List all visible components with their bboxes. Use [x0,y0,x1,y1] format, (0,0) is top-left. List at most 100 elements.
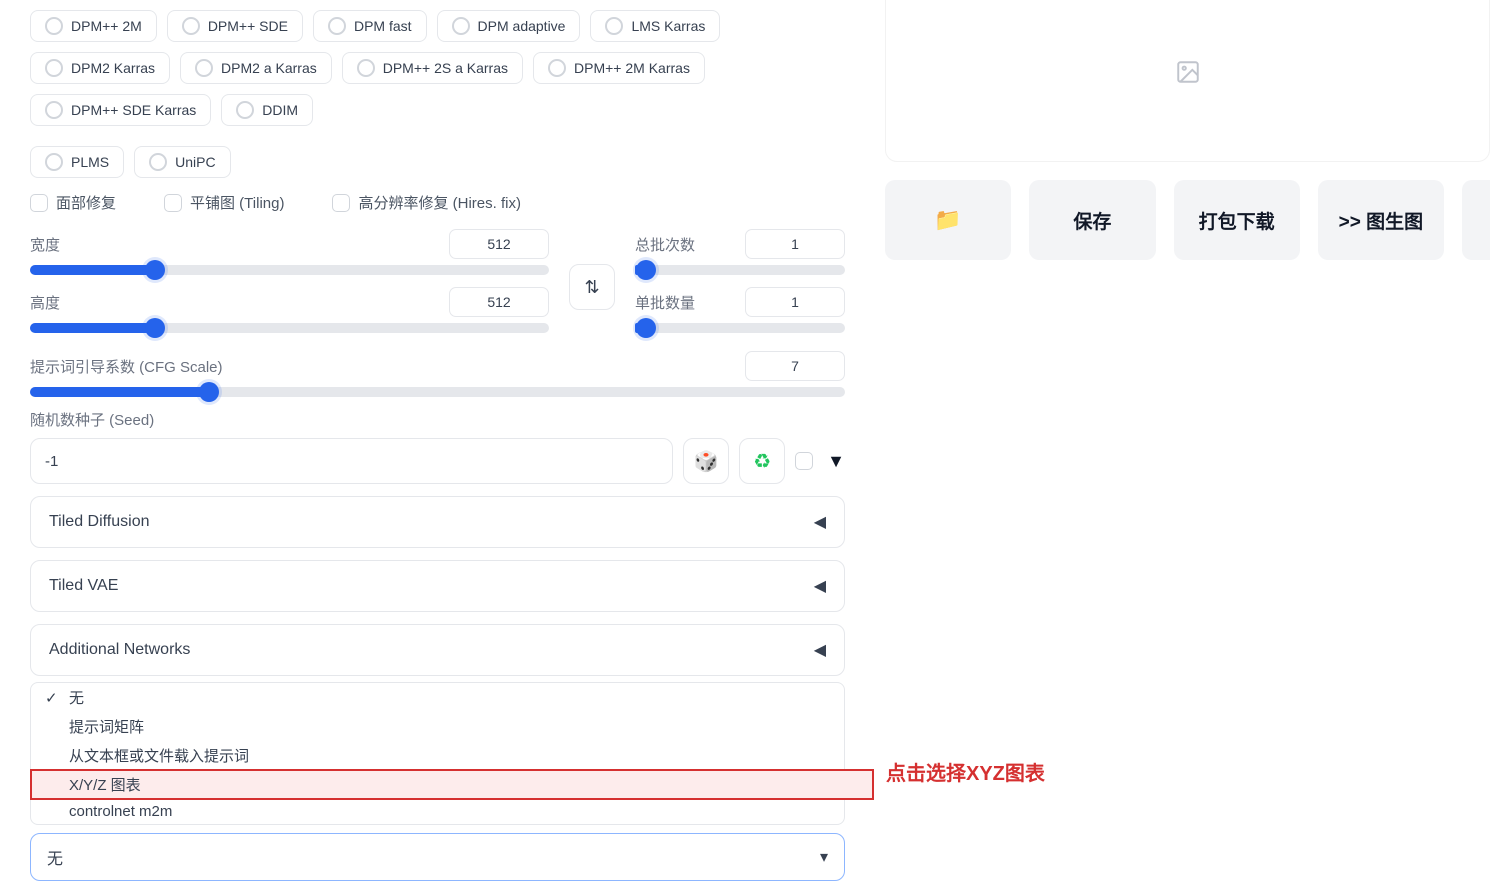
output-buttons: 📁 保存 打包下载 >> 图生图 [885,180,1490,260]
radio-icon [195,59,213,77]
width-value[interactable]: 512 [449,229,549,259]
sampler-option[interactable]: DPM++ SDE Karras [30,94,211,126]
radio-icon [328,17,346,35]
sampler-option[interactable]: LMS Karras [590,10,720,42]
sampler-label: DPM++ SDE Karras [71,102,196,118]
swap-wh-button[interactable]: ⇅ [569,264,615,310]
reuse-seed-button[interactable]: ♻ [739,438,785,484]
sampler-option[interactable]: PLMS [30,146,124,178]
chevron-down-icon: ▾ [820,847,828,867]
script-option-prompt-matrix[interactable]: 提示词矩阵 [31,712,844,741]
random-seed-button[interactable]: 🎲 [683,438,729,484]
script-dropdown-listbox: ✓ 无 提示词矩阵 从文本框或文件载入提示词 X/Y/Z 图表 controln… [30,682,845,825]
radio-icon [45,59,63,77]
zip-download-button[interactable]: 打包下载 [1174,180,1300,260]
button-label: >> 图生图 [1339,207,1423,234]
batch-count-track[interactable] [635,265,845,275]
send-to-img2img-button[interactable]: >> 图生图 [1318,180,1444,260]
sampler-label: LMS Karras [631,18,705,34]
select-value: 无 [47,845,63,869]
sampler-option[interactable]: DPM fast [313,10,427,42]
dice-icon: 🎲 [694,449,719,474]
sampler-label: DPM++ 2M [71,18,142,34]
sampler-label: DPM fast [354,18,412,34]
accordion-label: Additional Networks [49,641,190,659]
sampler-option[interactable]: DPM2 Karras [30,52,170,84]
sampler-label: DPM2 Karras [71,60,155,76]
button-label: 保存 [1073,207,1111,234]
app-root: DPM++ 2M DPM++ SDE DPM fast DPM adaptive… [0,0,1500,881]
sampler-label: DDIM [262,102,298,118]
sampler-label: DPM adaptive [478,18,566,34]
height-slider: 高度 512 [30,287,549,333]
seed-input[interactable] [30,438,673,484]
swap-col: ⇅ [569,229,615,345]
accordion-additional-networks[interactable]: Additional Networks ◀ [30,624,845,676]
checkbox-icon [332,194,350,212]
script-option-xyz-plot[interactable]: X/Y/Z 图表 [31,770,873,799]
seed-label: 随机数种子 (Seed) [30,409,845,430]
cfg-track[interactable] [30,387,845,397]
radio-icon [605,17,623,35]
right-panel: 📁 保存 打包下载 >> 图生图 [875,0,1500,881]
script-option-controlnet-m2m[interactable]: controlnet m2m [31,799,844,824]
button-label: 打包下载 [1199,207,1275,234]
save-button[interactable]: 保存 [1029,180,1155,260]
accordion-tiled-diffusion[interactable]: Tiled Diffusion ◀ [30,496,845,548]
cfg-value[interactable]: 7 [745,351,845,381]
sampler-option[interactable]: DPM++ 2M Karras [533,52,705,84]
sampler-option[interactable]: DPM2 a Karras [180,52,332,84]
cfg-label: 提示词引导系数 (CFG Scale) [30,356,223,377]
check-label: 平铺图 (Tiling) [190,192,284,213]
image-icon [1175,59,1201,85]
seed-block: 随机数种子 (Seed) 🎲 ♻ ▼ [30,409,845,484]
height-value[interactable]: 512 [449,287,549,317]
hires-fix-check[interactable]: 高分辨率修复 (Hires. fix) [332,192,521,213]
sampler-label: UniPC [175,154,215,170]
sampler-group: DPM++ 2M DPM++ SDE DPM fast DPM adaptive… [30,10,845,178]
radio-icon [45,101,63,119]
open-folder-button[interactable]: 📁 [885,180,1011,260]
chevron-left-icon: ◀ [814,576,826,596]
height-label: 高度 [30,292,60,313]
sampler-option[interactable]: DDIM [221,94,313,126]
folder-icon: 📁 [934,207,961,233]
restore-faces-check[interactable]: 面部修复 [30,192,116,213]
sampler-option[interactable]: DPM adaptive [437,10,581,42]
radio-icon [236,101,254,119]
sampler-option[interactable]: DPM++ SDE [167,10,303,42]
batch-size-value[interactable]: 1 [745,287,845,317]
extra-seed-checkbox[interactable] [795,452,813,470]
radio-icon [45,17,63,35]
accordion-label: Tiled VAE [49,577,118,595]
seed-dropdown-arrow[interactable]: ▼ [827,451,845,472]
sampler-option[interactable]: DPM++ 2M [30,10,157,42]
more-button[interactable] [1462,180,1490,260]
sampler-option[interactable]: DPM++ 2S a Karras [342,52,523,84]
tiling-check[interactable]: 平铺图 (Tiling) [164,192,284,213]
radio-icon [357,59,375,77]
check-label: 高分辨率修复 (Hires. fix) [358,192,521,213]
chevron-left-icon: ◀ [814,640,826,660]
radio-icon [452,17,470,35]
checks-row: 面部修复 平铺图 (Tiling) 高分辨率修复 (Hires. fix) [30,192,845,213]
script-select[interactable]: 无 ▾ [30,833,845,881]
chevron-left-icon: ◀ [814,512,826,532]
width-track[interactable] [30,265,549,275]
sampler-option[interactable]: UniPC [134,146,230,178]
output-preview [885,0,1490,162]
script-option-prompts-from-file[interactable]: 从文本框或文件载入提示词 [31,741,844,770]
accordion-tiled-vae[interactable]: Tiled VAE ◀ [30,560,845,612]
batch-count-value[interactable]: 1 [745,229,845,259]
batch-size-track[interactable] [635,323,845,333]
option-label: 无 [69,687,84,708]
radio-icon [182,17,200,35]
checkbox-icon [30,194,48,212]
width-label: 宽度 [30,234,60,255]
dims-left: 宽度 512 高度 512 [30,229,549,345]
option-label: X/Y/Z 图表 [69,774,141,795]
sampler-label: PLMS [71,154,109,170]
script-option-none[interactable]: ✓ 无 [31,683,844,712]
height-track[interactable] [30,323,549,333]
xyz-annotation: 点击选择XYZ图表 [886,757,1045,786]
